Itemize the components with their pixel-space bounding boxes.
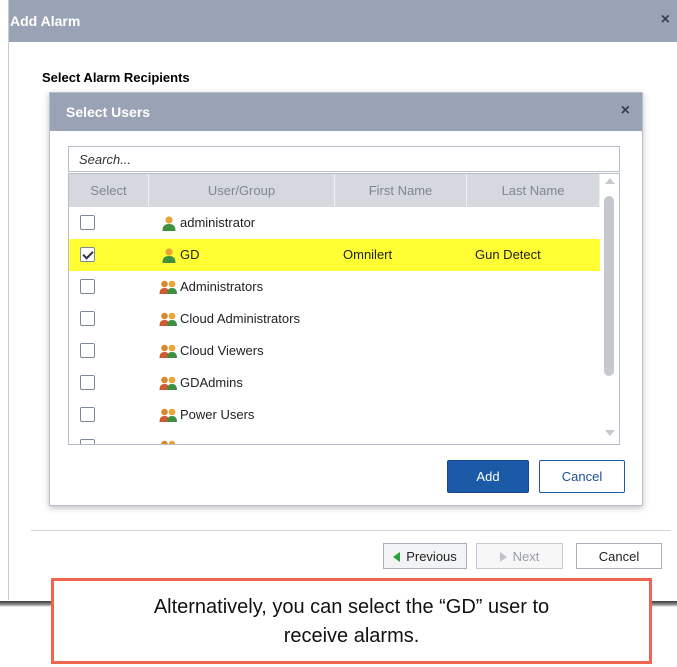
- search-input[interactable]: [69, 147, 619, 171]
- close-icon[interactable]: ×: [621, 102, 630, 120]
- row-select-checkbox[interactable]: [80, 439, 95, 444]
- row-last-name: Gun Detect: [475, 247, 541, 262]
- arrow-right-icon: [499, 551, 507, 562]
- add-button[interactable]: Add: [447, 460, 529, 493]
- previous-button[interactable]: Previous: [383, 543, 467, 569]
- table-row[interactable]: GD Omnilert Gun Detect: [69, 239, 600, 271]
- group-icon: [159, 375, 178, 391]
- table-row[interactable]: [69, 431, 600, 444]
- row-user-group: Administrators: [180, 279, 264, 294]
- add-alarm-title-bar: Add Alarm ×: [9, 0, 677, 42]
- row-select-checkbox[interactable]: [80, 311, 95, 326]
- row-user-group: GD: [180, 247, 200, 262]
- next-label: Next: [512, 548, 540, 564]
- row-select-checkbox[interactable]: [80, 343, 95, 358]
- previous-label: Previous: [406, 548, 457, 564]
- select-users-dialog: Select Users × Select User/Group First N…: [49, 92, 643, 506]
- row-first-name: Omnilert: [343, 247, 393, 262]
- row-user-group: Cloud Administrators: [180, 311, 300, 326]
- row-user-group: GDAdmins: [180, 375, 243, 390]
- table-row[interactable]: Cloud Administrators: [69, 303, 600, 335]
- row-user-group: Power Users: [180, 407, 255, 422]
- table-row[interactable]: GDAdmins: [69, 367, 600, 399]
- user-icon: [161, 247, 177, 263]
- column-header-select[interactable]: Select: [69, 174, 149, 207]
- group-icon: [159, 439, 178, 444]
- cancel-button[interactable]: Cancel: [539, 460, 625, 493]
- arrow-left-icon: [393, 551, 401, 562]
- row-user-group: Cloud Viewers: [180, 343, 264, 358]
- column-header-last-name[interactable]: Last Name: [467, 174, 600, 207]
- grid-header: Select User/Group First Name Last Name: [69, 174, 600, 207]
- footer-divider: [31, 530, 671, 531]
- group-icon: [159, 279, 178, 295]
- row-select-checkbox[interactable]: [80, 407, 95, 422]
- close-icon[interactable]: ×: [661, 11, 670, 29]
- group-icon: [159, 343, 178, 359]
- next-button[interactable]: Next: [476, 543, 563, 569]
- table-row[interactable]: Power Users: [69, 399, 600, 431]
- callout-line-2: receive alarms.: [283, 625, 420, 647]
- scroll-down-icon[interactable]: [605, 430, 615, 436]
- select-users-title-bar: Select Users ×: [50, 93, 642, 131]
- column-header-first-name[interactable]: First Name: [335, 174, 467, 207]
- row-select-checkbox[interactable]: [80, 375, 95, 390]
- row-select-checkbox[interactable]: [80, 247, 95, 262]
- group-icon: [159, 311, 178, 327]
- scroll-up-icon[interactable]: [605, 178, 615, 184]
- callout-box: Alternatively, you can select the “GD” u…: [51, 578, 652, 664]
- section-label: Select Alarm Recipients: [42, 70, 190, 85]
- grid-rows: administrator GD Omnilert Gun Detect Adminis…: [69, 207, 600, 444]
- table-row[interactable]: Cloud Viewers: [69, 335, 600, 367]
- callout-line-1: Alternatively, you can select the “GD” u…: [153, 596, 550, 618]
- row-select-checkbox[interactable]: [80, 215, 95, 230]
- cancel-button[interactable]: Cancel: [576, 543, 662, 569]
- group-icon: [159, 407, 178, 423]
- vertical-scrollbar[interactable]: [600, 174, 619, 444]
- user-icon: [161, 215, 177, 231]
- scroll-thumb[interactable]: [604, 196, 614, 376]
- users-grid: Select User/Group First Name Last Name a…: [68, 173, 620, 445]
- select-users-title: Select Users: [66, 104, 151, 120]
- table-row[interactable]: Administrators: [69, 271, 600, 303]
- search-box: [68, 146, 620, 172]
- row-select-checkbox[interactable]: [80, 279, 95, 294]
- row-user-group: administrator: [180, 215, 256, 230]
- add-alarm-title: Add Alarm: [10, 13, 81, 29]
- column-header-user-group[interactable]: User/Group: [149, 174, 335, 207]
- table-row[interactable]: administrator: [69, 207, 600, 239]
